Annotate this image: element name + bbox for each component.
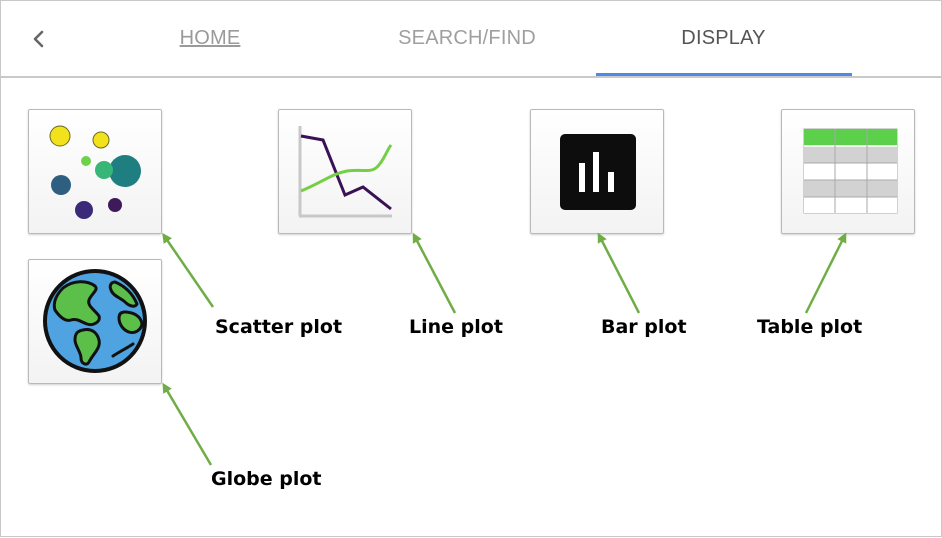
bar-arrow [597, 232, 641, 314]
line-arrow [412, 232, 457, 314]
callout-arrows [162, 232, 847, 466]
table-plot-caption: Table plot [757, 316, 863, 338]
globe-plot-caption: Globe plot [211, 468, 322, 490]
table-arrow [804, 232, 847, 314]
bar-plot-caption: Bar plot [601, 316, 687, 338]
line-plot-caption: Line plot [409, 316, 503, 338]
globe-arrow [162, 382, 213, 466]
scatter-arrow [162, 232, 215, 308]
scatter-plot-caption: Scatter plot [215, 316, 343, 338]
display-panel: HOME SEARCH/FIND DISPLAY Scatter plot Li… [0, 0, 942, 537]
